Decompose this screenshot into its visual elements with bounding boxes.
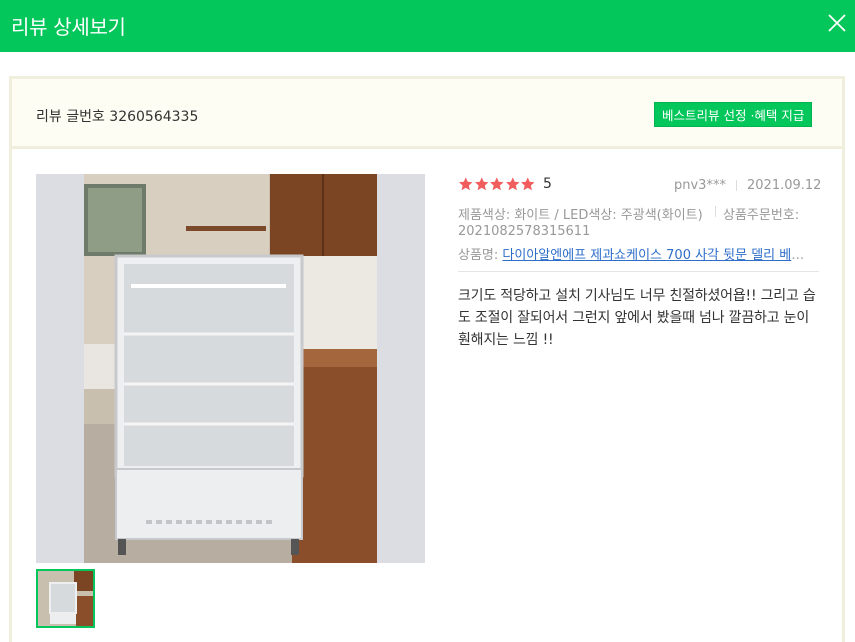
star-icon [490,177,504,191]
rating-value: 5 [543,176,552,192]
showcase-photo-image [84,174,377,563]
review-photo [36,174,425,563]
product-name-row: 상품명: 다이아알엔에프 제과쇼케이스 700 사각 뒷문 델리 베이커리 [458,244,814,263]
product-options: 제품색상: 화이트 / LED색상: 주광색(화이트) [458,208,703,223]
reviewer-id: pnv3*** [674,178,726,193]
star-icon [521,177,535,191]
review-text: 크기도 적당하고 설치 기사님도 너무 친절하셨어욥!! 그리고 습도 조절이 … [458,288,816,348]
product-name-label: 상품명: [458,248,503,263]
close-icon[interactable] [825,11,849,35]
content-divider [458,271,819,272]
best-review-button[interactable]: 베스트리뷰 선정 ·혜택 지급 [654,102,813,127]
star-rating [458,176,536,192]
review-info-bar: 리뷰 글번호 3260564335 베스트리뷰 선정 ·혜택 지급 [12,79,842,149]
page-title: 리뷰 상세보기 [11,15,126,39]
review-number: 리뷰 글번호 3260564335 [36,109,199,125]
thumbnail-photo[interactable] [36,569,95,628]
order-number: 2021082578315611 [458,224,591,239]
divider [736,180,737,191]
divider [715,206,716,217]
star-icon [505,177,519,191]
product-name-link[interactable]: 다이아알엔에프 제과쇼케이스 700 사각 뒷문 델리 베이커리 [502,248,814,263]
order-number-label: 상품주문번호: [723,208,800,223]
close-button[interactable] [825,11,849,35]
review-date: 2021.09.12 [747,178,822,193]
star-icon [474,177,488,191]
thumbnail-image[interactable] [38,571,93,626]
star-icon [459,177,473,191]
header-bar: 리뷰 상세보기 [0,0,855,52]
